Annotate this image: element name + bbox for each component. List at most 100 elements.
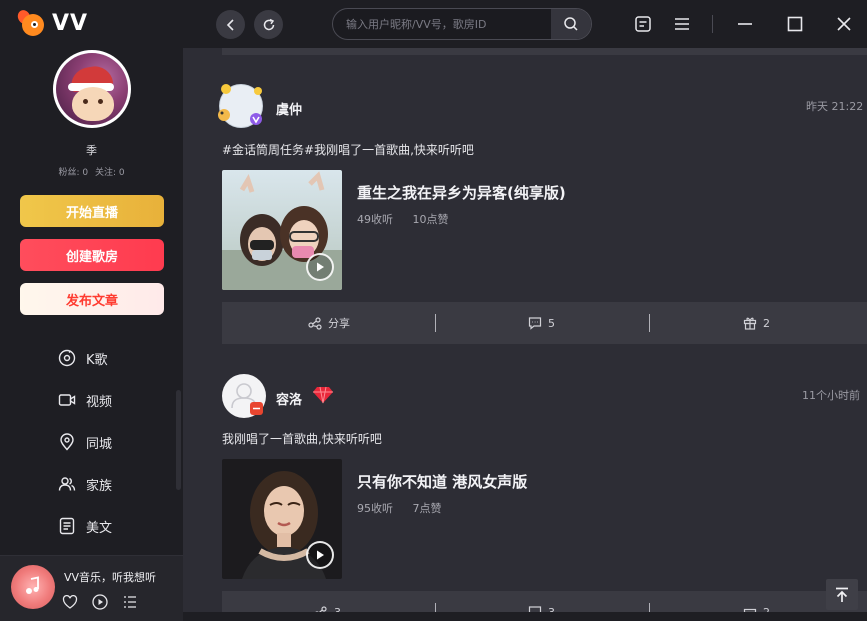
song-title[interactable]: 重生之我在异乡为异客(纯享版) (357, 182, 566, 203)
post-time: 11个小时前 (802, 389, 860, 402)
song-play-button[interactable] (306, 541, 334, 569)
share-button[interactable]: 3 (314, 591, 341, 612)
listen-count: 49收听 (357, 213, 393, 226)
minimize-button[interactable] (734, 13, 756, 35)
sidebar-item-article[interactable]: 美文 (58, 514, 112, 538)
action-divider (435, 603, 436, 612)
share-icon (315, 606, 327, 612)
gift-icon (743, 317, 757, 330)
maximize-button[interactable] (784, 13, 806, 35)
arrow-up-to-top-icon (836, 587, 848, 602)
share-icon (308, 317, 322, 330)
create-room-button[interactable]: 创建歌房 (20, 239, 164, 271)
sidebar-item-label: 家族 (86, 478, 113, 494)
minimize-icon (738, 23, 752, 25)
song-stats: 95收听 7点赞 (357, 500, 458, 516)
maximize-icon (787, 16, 803, 32)
action-divider (649, 314, 650, 332)
search-button[interactable] (551, 9, 591, 39)
sidebar-item-label: 美文 (86, 520, 113, 536)
sidebar: VV 季 粉丝: 0 关注: 0 开始直播 创建歌房 发布文章 K歌 视频 同城… (0, 0, 183, 621)
karaoke-icon (58, 349, 76, 367)
refresh-button[interactable] (254, 10, 283, 39)
menu-button[interactable] (671, 13, 693, 35)
player-controls (62, 594, 138, 610)
mini-player: VV音乐，听我想听 (0, 555, 183, 621)
search-input[interactable] (333, 9, 543, 39)
top-bar (183, 0, 867, 48)
default-avatar-icon (231, 383, 263, 415)
close-icon (837, 17, 851, 31)
heart-icon[interactable] (62, 594, 78, 610)
post-action-bar: 3 3 2 (222, 591, 867, 612)
family-icon (58, 477, 76, 491)
like-count: 10点赞 (412, 213, 449, 226)
gift-count: 2 (763, 316, 770, 330)
song-title[interactable]: 只有你不知道 港风女声版 (357, 471, 527, 492)
sidebar-item-label: 视频 (86, 394, 113, 410)
user-avatar[interactable] (53, 50, 131, 128)
gift-icon (743, 608, 757, 612)
post-text: 我刚唱了一首歌曲,快来听听吧 (222, 432, 382, 446)
comment-button[interactable]: 5 (528, 302, 555, 344)
diamond-badge-icon (313, 386, 333, 404)
song-stats: 49收听 10点赞 (357, 211, 465, 227)
song-cover[interactable] (222, 170, 342, 290)
gift-button[interactable]: 2 (743, 302, 770, 344)
back-button[interactable] (216, 10, 245, 39)
follow-count[interactable]: 关注: 0 (95, 168, 125, 178)
sidebar-item-video[interactable]: 视频 (58, 388, 112, 412)
post-text: #金话筒周任务#我刚唱了一首歌曲,快来听听吧 (222, 143, 474, 157)
refresh-icon (263, 18, 274, 30)
user-name[interactable]: 季 (0, 142, 183, 158)
comment-button[interactable]: 3 (528, 591, 555, 612)
horizontal-scrollbar[interactable] (183, 612, 867, 621)
messages-button[interactable] (632, 13, 654, 35)
sidebar-item-label: 同城 (86, 436, 113, 452)
post-avatar[interactable] (222, 374, 266, 418)
comment-count: 5 (548, 316, 555, 330)
message-list-icon (635, 16, 651, 32)
like-count: 7点赞 (412, 502, 442, 515)
sidebar-item-nearby[interactable]: 同城 (58, 430, 112, 454)
listen-count: 95收听 (357, 502, 393, 515)
player-title: VV音乐，听我想听 (64, 571, 157, 584)
article-icon (59, 517, 75, 535)
app-name: VV (52, 10, 89, 36)
hamburger-icon (675, 18, 689, 30)
location-icon (60, 433, 74, 451)
share-label: 分享 (328, 317, 350, 330)
toolbar-divider (712, 15, 713, 33)
sidebar-item-family[interactable]: 家族 (58, 472, 112, 496)
user-stats: 粉丝: 0 关注: 0 (0, 165, 183, 178)
back-to-top-button[interactable] (826, 579, 858, 610)
fans-count[interactable]: 粉丝: 0 (58, 168, 88, 178)
search-box (332, 8, 592, 40)
action-divider (649, 603, 650, 612)
app-logo[interactable]: VV (15, 8, 89, 38)
share-button[interactable]: 分享 (308, 302, 350, 344)
chevron-left-icon (226, 18, 234, 31)
sidebar-scrollbar[interactable] (176, 390, 181, 490)
vv-logo-icon (15, 8, 48, 38)
post-time: 昨天 21:22 (806, 100, 864, 113)
sidebar-item-karaoke[interactable]: K歌 (58, 346, 108, 370)
comment-icon (528, 606, 542, 612)
player-cover[interactable] (11, 565, 55, 609)
post-username[interactable]: 虞仲 (276, 99, 302, 118)
publish-article-button[interactable]: 发布文章 (20, 283, 164, 315)
music-note-icon (26, 576, 39, 594)
play-icon (317, 262, 324, 272)
play-icon[interactable] (92, 594, 108, 610)
gift-button[interactable]: 2 (743, 591, 770, 612)
post-avatar[interactable] (218, 84, 263, 128)
sidebar-item-label: K歌 (86, 352, 108, 368)
comment-icon (528, 317, 542, 330)
playlist-icon[interactable] (122, 594, 138, 610)
avatar-decoration-icon (218, 84, 262, 125)
post-username[interactable]: 容洛 (276, 389, 302, 408)
close-button[interactable] (833, 13, 855, 35)
start-live-button[interactable]: 开始直播 (20, 195, 164, 227)
song-play-button[interactable] (306, 253, 334, 281)
song-cover[interactable] (222, 459, 342, 579)
